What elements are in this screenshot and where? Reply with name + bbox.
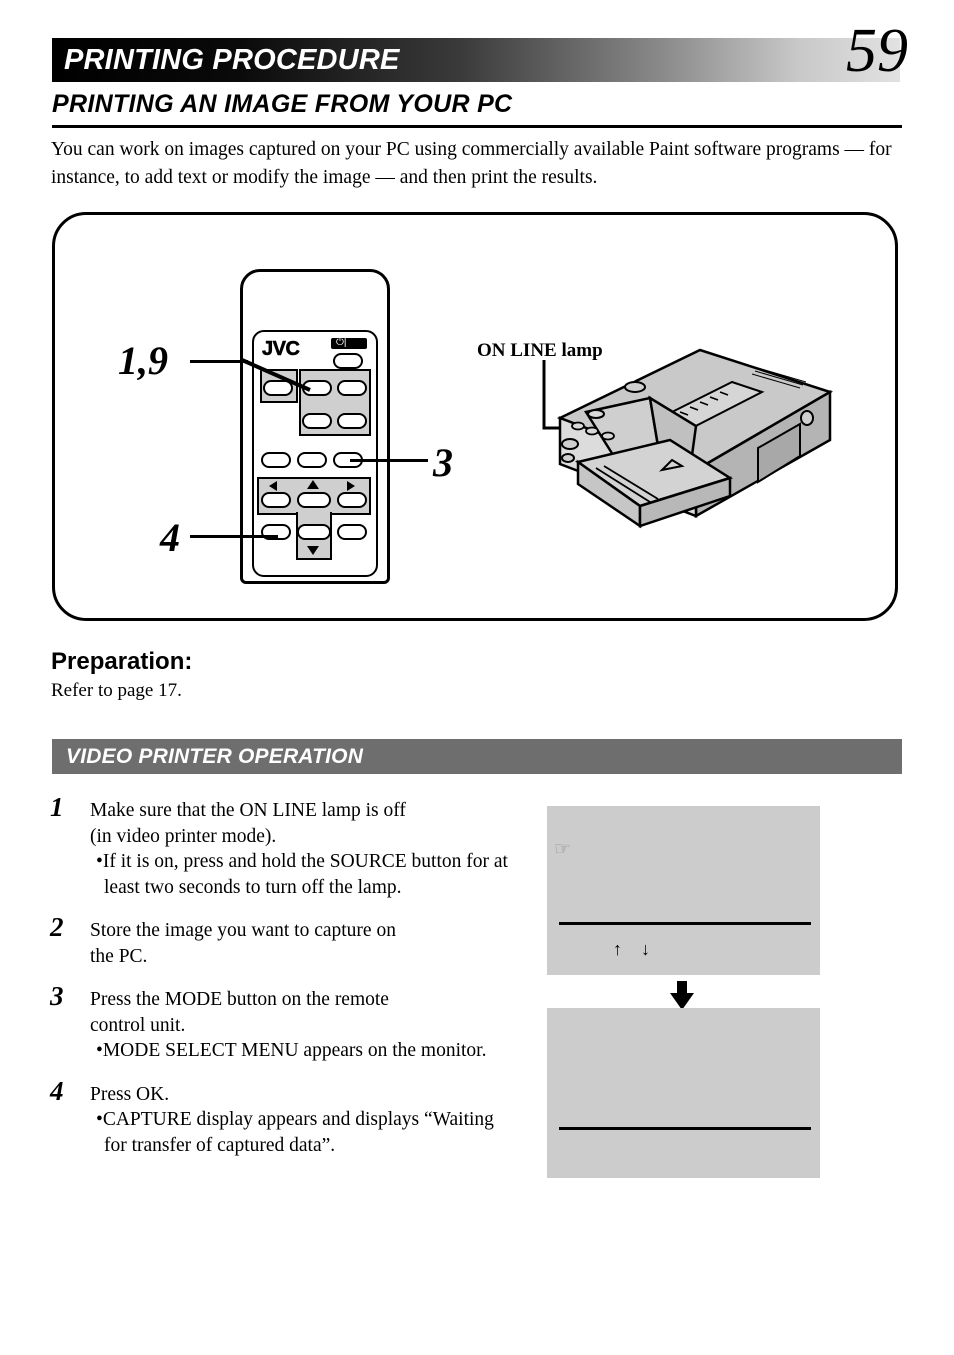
step-item: 4 Press OK. •CAPTURE display appears and… — [50, 1077, 510, 1159]
up-down-arrows-icon: ↑ ↓ — [613, 939, 658, 959]
remote-exit-button — [337, 524, 367, 540]
step-text: Store the image you want to capture on — [90, 920, 396, 941]
step-number: 3 — [50, 981, 64, 1011]
step-bullet: •If it is on, press and hold the SOURCE … — [96, 851, 508, 898]
step-text: Make sure that the ON LINE lamp is off — [90, 800, 406, 821]
callout-1-9-diagonal-leader — [241, 358, 311, 392]
remote-display-button — [337, 413, 367, 429]
remote-menu-button — [261, 452, 291, 468]
callout-4-leader — [190, 535, 278, 538]
power-icon: ⏻| — [336, 337, 347, 348]
dpad-right-arrow-icon — [347, 481, 355, 491]
step-item: 3 Press the MODE button on the remote co… — [50, 983, 510, 1064]
dpad-up-arrow-icon — [307, 480, 319, 489]
step-bullet: •CAPTURE display appears and displays “W… — [96, 1109, 494, 1156]
video-printer-operation-label: VIDEO PRINTER OPERATION — [66, 745, 364, 768]
capture-display-screen — [547, 1008, 820, 1178]
page-number: 59 — [846, 17, 908, 85]
capture-display-divider — [559, 1127, 811, 1130]
step-number: 4 — [50, 1075, 64, 1106]
step-text: (in video printer mode). — [90, 825, 277, 847]
remote-right-button — [337, 492, 367, 508]
pointing-hand-icon: ☞ — [554, 839, 572, 860]
callout-3: 3 — [433, 440, 453, 485]
section-subtitle: PRINTING AN IMAGE FROM YOUR PC — [52, 90, 513, 118]
remote-cancel-button — [297, 452, 327, 468]
remote-power-button — [333, 353, 363, 369]
step-item: 1 Make sure that the ON LINE lamp is off… — [50, 794, 510, 900]
dpad-left-arrow-icon — [269, 481, 277, 491]
subtitle-divider — [52, 125, 902, 128]
preparation-text: Refer to page 17. — [51, 680, 182, 701]
mode-select-menu-screen — [547, 806, 820, 975]
step-text: Press OK. — [90, 1083, 170, 1105]
step-item: 2 Store the image you want to capture on… — [50, 914, 510, 969]
callout-3-leader — [350, 459, 428, 462]
step-bullet: •MODE SELECT MENU appears on the monitor… — [96, 1040, 487, 1061]
preparation-title: Preparation: — [51, 648, 193, 675]
video-printer-illustration — [556, 348, 834, 529]
dpad-down-arrow-icon — [307, 546, 319, 555]
intro-paragraph: You can work on images captured on your … — [51, 139, 892, 188]
step-number: 2 — [50, 912, 64, 942]
step-text: the PC. — [90, 945, 148, 967]
remote-up-button — [297, 492, 331, 508]
remote-memory-button — [302, 413, 332, 429]
dpad-stem-right-edge — [330, 512, 332, 560]
page-title: PRINTING PROCEDURE — [64, 44, 400, 76]
callout-1-9: 1,9 — [118, 338, 168, 383]
dpad-stem-bottom-edge — [296, 558, 332, 560]
step-text: control unit. — [90, 1014, 186, 1036]
remote-print-button — [337, 380, 367, 396]
callout-4: 4 — [160, 515, 180, 560]
mode-select-menu-divider — [559, 922, 811, 925]
steps-list: 1 Make sure that the ON LINE lamp is off… — [50, 794, 510, 1170]
step-text: Press the MODE button on the remote — [90, 989, 389, 1010]
step-number: 1 — [50, 792, 64, 822]
remote-down-button — [297, 524, 331, 540]
remote-left-button — [261, 492, 291, 508]
